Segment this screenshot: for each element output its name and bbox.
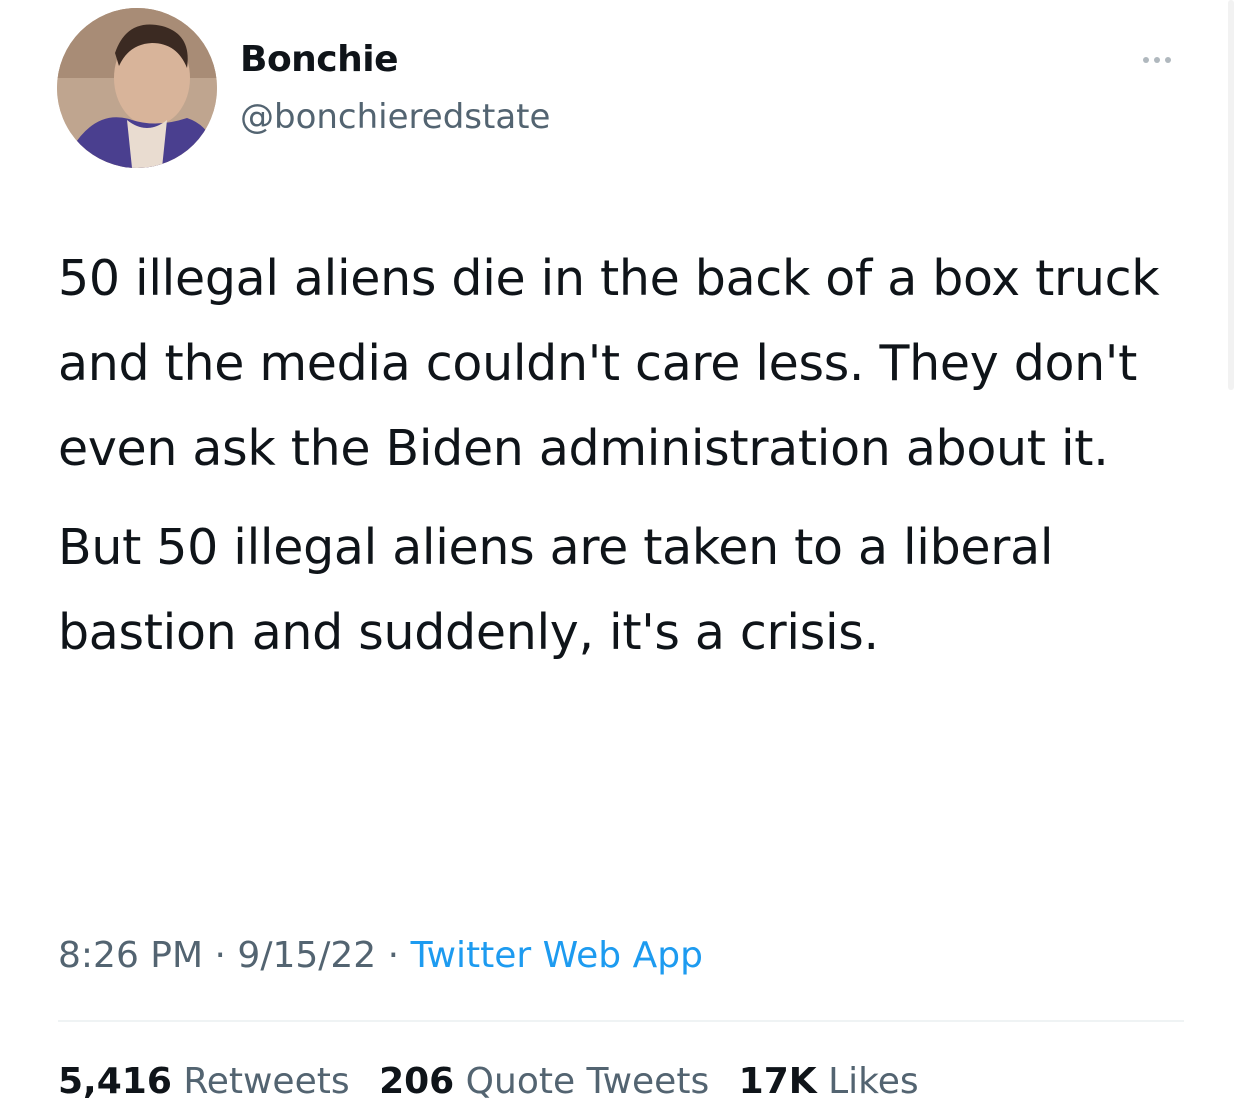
likes-label: Likes	[828, 1061, 919, 1102]
divider	[58, 1020, 1184, 1022]
meta-separator: ·	[387, 935, 400, 976]
tweet-paragraph: But 50 illegal aliens are taken to a lib…	[58, 519, 1054, 661]
quote-tweets-stat[interactable]: 206 Quote Tweets	[379, 1052, 709, 1112]
dot-icon	[1165, 57, 1171, 63]
retweets-stat[interactable]: 5,416 Retweets	[58, 1052, 350, 1112]
author-name[interactable]: Bonchie	[240, 36, 399, 84]
tweet-paragraph: 50 illegal aliens die in the back of a b…	[58, 250, 1160, 477]
meta-separator: ·	[214, 935, 226, 976]
tweet-date[interactable]: 9/15/22	[237, 935, 376, 976]
tweet-meta: 8:26 PM · 9/15/22 · Twitter Web App	[58, 926, 703, 986]
likes-count: 17K	[738, 1061, 817, 1102]
tweet-stats: 5,416 Retweets 206 Quote Tweets 17K Like…	[58, 1052, 937, 1112]
quote-tweets-count: 206	[379, 1061, 455, 1102]
retweets-label: Retweets	[183, 1061, 350, 1102]
retweets-count: 5,416	[58, 1061, 172, 1102]
tweet-time[interactable]: 8:26 PM	[58, 935, 203, 976]
tweet-card: Bonchie @bonchieredstate 50 illegal alie…	[0, 0, 1241, 1120]
quote-tweets-label: Quote Tweets	[465, 1061, 710, 1102]
profile-photo-icon	[57, 8, 217, 168]
avatar[interactable]	[57, 8, 217, 168]
likes-stat[interactable]: 17K Likes	[739, 1052, 919, 1112]
dot-icon	[1154, 57, 1160, 63]
author-handle[interactable]: @bonchieredstate	[240, 95, 550, 139]
dot-icon	[1143, 57, 1149, 63]
tweet-text: 50 illegal aliens die in the back of a b…	[58, 236, 1198, 675]
scrollbar[interactable]	[1228, 0, 1234, 390]
more-options-icon[interactable]	[1135, 40, 1179, 80]
tweet-source-link[interactable]: Twitter Web App	[411, 935, 703, 976]
